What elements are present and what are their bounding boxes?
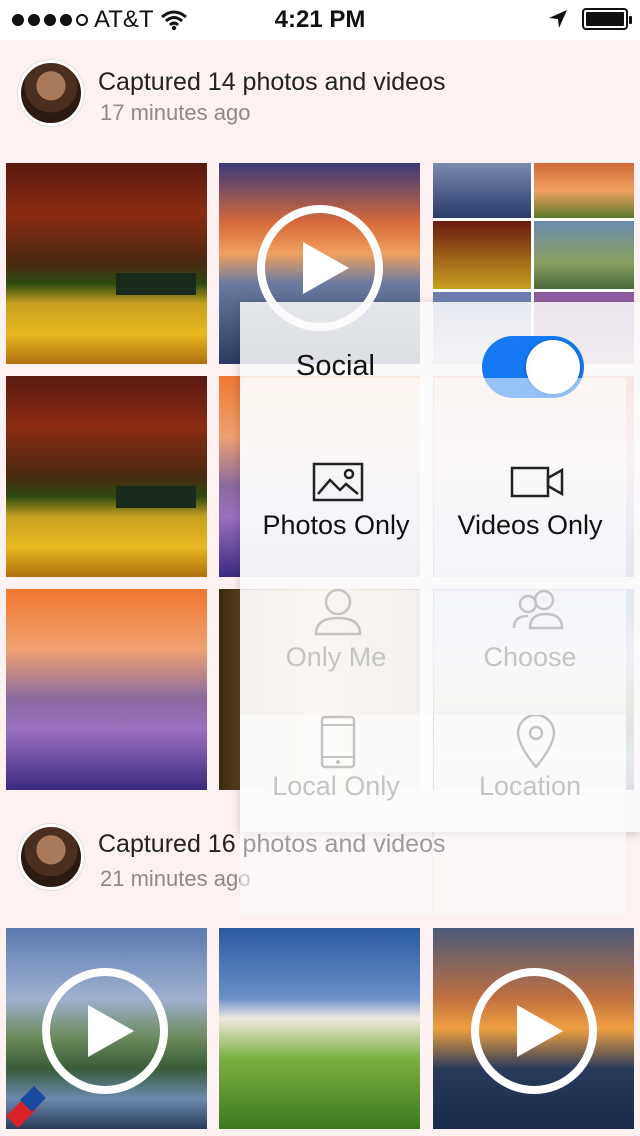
people-icon [512,589,564,630]
status-bar: AT&T 4:21 PM [0,0,640,40]
person-icon [314,588,362,636]
local-only-label: Local Only [272,771,400,801]
phone-icon [320,715,356,769]
photo-thumbnail[interactable] [6,163,207,364]
avatar[interactable] [18,824,84,890]
video-thumbnail[interactable] [433,928,634,1129]
photo-thumbnail[interactable] [6,376,207,577]
photo-thumbnail[interactable] [219,928,420,1129]
app-logo-icon [6,1086,46,1128]
videos-only-option[interactable]: Videos Only [434,378,626,578]
only-me-label: Only Me [285,642,387,672]
photos-only-label: Photos Only [262,510,410,540]
post-timestamp: 21 minutes ago [100,866,251,891]
post-title: Captured 14 photos and videos [98,68,446,96]
video-camera-icon [510,466,564,498]
post-header[interactable]: Captured 14 photos and videos 17 minutes… [0,40,640,150]
location-label: Location [478,771,582,801]
post-timestamp: 17 minutes ago [100,100,251,125]
avatar[interactable] [18,60,84,126]
photos-only-option[interactable]: Photos Only [240,378,432,578]
local-only-option[interactable]: Local Only [240,715,432,915]
location-pin-icon [516,715,556,769]
share-filter-menu: Social Photos Only Videos Only Only Me C… [240,302,640,915]
battery-icon [582,8,632,30]
clock: 4:21 PM [274,6,366,33]
image-icon [312,462,364,502]
choose-label: Choose [483,642,577,672]
location-arrow-icon [549,10,567,28]
photo-thumbnail[interactable] [6,589,207,790]
location-option[interactable]: Location [434,715,626,915]
videos-only-label: Videos Only [457,510,603,540]
